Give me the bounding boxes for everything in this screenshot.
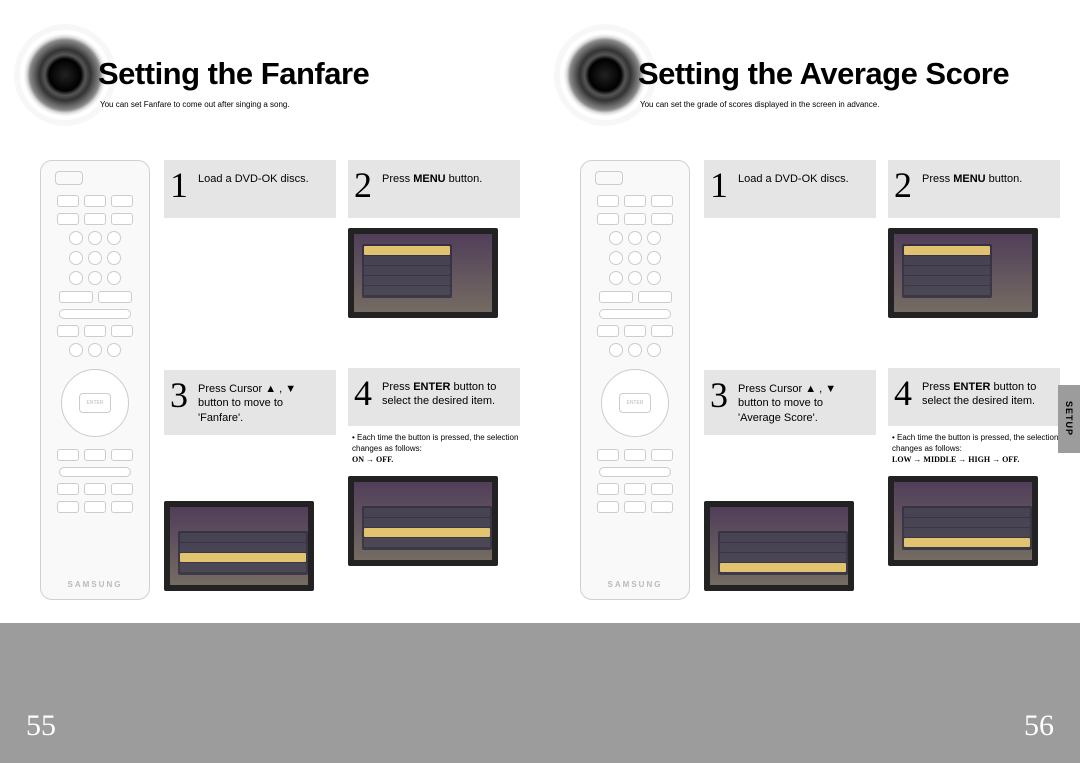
steps-right: 1 Load a DVD-OK discs. 3 Press Cursor ▲ … — [704, 160, 1060, 600]
page-title-left: Setting the Fanfare — [98, 56, 369, 92]
step-4: 4 Press ENTER button to select the desir… — [888, 368, 1060, 426]
step-bold: ENTER — [413, 381, 450, 393]
note: • Each time the button is pressed, the s… — [348, 432, 520, 466]
step-prefix: Press — [922, 381, 953, 393]
step-suffix: button. — [446, 173, 483, 185]
step-number: 3 — [710, 378, 734, 412]
step-text: Press ENTER button to select the desired… — [382, 376, 510, 409]
page-number-left: 55 — [26, 709, 56, 743]
step-prefix: Press — [382, 381, 413, 393]
remote-control-illustration: SAMSUNG — [40, 160, 150, 600]
step-number: 2 — [354, 168, 378, 202]
step-column-1: 1 Load a DVD-OK discs. 3 Press Cursor ▲ … — [704, 160, 876, 600]
step-bold: ENTER — [953, 381, 990, 393]
remote-buttons — [51, 195, 139, 513]
dpad-icon — [601, 369, 669, 437]
tv-screenshot — [888, 476, 1038, 566]
step-bold: MENU — [413, 173, 445, 185]
step-text: Press ENTER button to select the desired… — [922, 376, 1050, 409]
step-column-1: 1 Load a DVD-OK discs. 3 Press Cursor ▲ … — [164, 160, 336, 600]
remote-brand: SAMSUNG — [581, 580, 689, 589]
step-3: 3 Press Cursor ▲ , ▼ button to move to '… — [164, 370, 336, 435]
content-left: SAMSUNG 1 Load a DVD-OK discs. 3 Press C… — [40, 160, 520, 600]
step-column-2: 2 Press MENU button. 4 Press ENTER butto… — [888, 160, 1060, 600]
side-tab-setup: SETUP — [1058, 385, 1080, 453]
step-text: Press Cursor ▲ , ▼ button to move to 'Fa… — [198, 378, 326, 425]
tv-screenshot — [704, 501, 854, 591]
tv-screenshot — [348, 476, 498, 566]
page-subtitle-left: You can set Fanfare to come out after si… — [100, 100, 290, 109]
step-number: 1 — [710, 168, 734, 202]
step-3: 3 Press Cursor ▲ , ▼ button to move to '… — [704, 370, 876, 435]
header-right: Setting the Average Score You can set th… — [560, 30, 1060, 130]
remote-brand: SAMSUNG — [41, 580, 149, 589]
page-subtitle-right: You can set the grade of scores displaye… — [640, 100, 879, 109]
step-number: 2 — [894, 168, 918, 202]
speaker-icon — [20, 30, 110, 120]
step-bold: MENU — [953, 173, 985, 185]
step-text: Press Cursor ▲ , ▼ button to move to 'Av… — [738, 378, 866, 425]
step-text: Press MENU button. — [922, 168, 1022, 186]
page-title-right: Setting the Average Score — [638, 56, 1009, 92]
step-text: Press MENU button. — [382, 168, 482, 186]
note-text: • Each time the button is pressed, the s… — [892, 433, 1058, 453]
step-number: 4 — [354, 376, 378, 410]
step-suffix: button. — [986, 173, 1023, 185]
step-prefix: Press — [382, 173, 413, 185]
note: • Each time the button is pressed, the s… — [888, 432, 1060, 466]
step-prefix: Press — [922, 173, 953, 185]
footer-bar: 55 56 — [0, 623, 1080, 763]
note-sequence: LOW → MIDDLE → HIGH → OFF. — [892, 455, 1019, 464]
remote-control-illustration: SAMSUNG — [580, 160, 690, 600]
speaker-icon — [560, 30, 650, 120]
remote-buttons — [591, 195, 679, 513]
step-4: 4 Press ENTER button to select the desir… — [348, 368, 520, 426]
step-2: 2 Press MENU button. — [888, 160, 1060, 218]
step-text: Load a DVD-OK discs. — [198, 168, 309, 186]
tv-screenshot — [164, 501, 314, 591]
step-number: 1 — [170, 168, 194, 202]
step-2: 2 Press MENU button. — [348, 160, 520, 218]
steps-left: 1 Load a DVD-OK discs. 3 Press Cursor ▲ … — [164, 160, 520, 600]
step-column-2: 2 Press MENU button. 4 Press ENTER butto… — [348, 160, 520, 600]
header-left: Setting the Fanfare You can set Fanfare … — [20, 30, 520, 130]
step-number: 4 — [894, 376, 918, 410]
tv-screenshot — [888, 228, 1038, 318]
content-right: SAMSUNG 1 Load a DVD-OK discs. 3 Press C… — [580, 160, 1060, 600]
dpad-icon — [61, 369, 129, 437]
note-text: • Each time the button is pressed, the s… — [352, 433, 518, 453]
step-number: 3 — [170, 378, 194, 412]
note-sequence: ON → OFF. — [352, 455, 393, 464]
step-text: Load a DVD-OK discs. — [738, 168, 849, 186]
step-1: 1 Load a DVD-OK discs. — [704, 160, 876, 218]
step-1: 1 Load a DVD-OK discs. — [164, 160, 336, 218]
page-number-right: 56 — [1024, 709, 1054, 743]
tv-screenshot — [348, 228, 498, 318]
